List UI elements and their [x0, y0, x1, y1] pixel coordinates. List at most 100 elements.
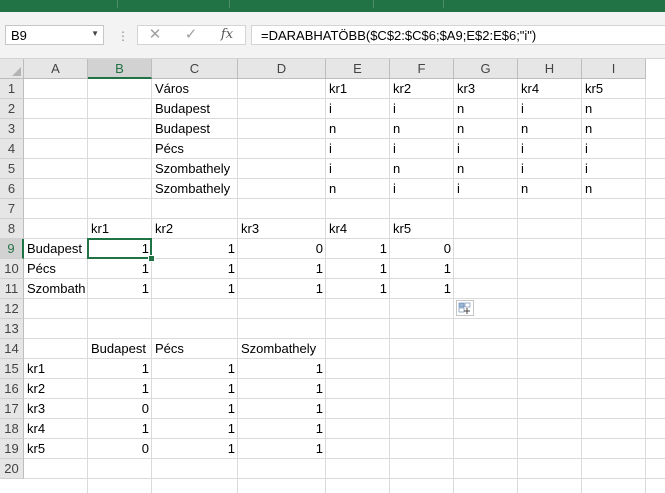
cell-f5[interactable]: n	[390, 159, 454, 179]
cell-c19[interactable]: 1	[152, 439, 238, 459]
cell-b17[interactable]: 0	[88, 399, 152, 419]
cell-g4[interactable]: i	[454, 139, 518, 159]
cell-f2[interactable]: i	[390, 99, 454, 119]
cell-i4[interactable]: i	[582, 139, 646, 159]
cell-h2[interactable]: i	[518, 99, 582, 119]
row-header-1[interactable]: 1	[0, 79, 24, 99]
cell-d8[interactable]: kr3	[238, 219, 326, 239]
spreadsheet-grid[interactable]: Város kr1 kr2 kr3 kr4 kr5 Budapest i i n i n Budapes…	[0, 59, 665, 493]
cell-c14[interactable]: Pécs	[152, 339, 238, 359]
cell-c8[interactable]: kr2	[152, 219, 238, 239]
cell-e1[interactable]: kr1	[326, 79, 390, 99]
fill-handle[interactable]	[148, 255, 155, 262]
row-header-20[interactable]: 20	[0, 459, 24, 479]
cell-c6[interactable]: Szombathely	[152, 179, 238, 199]
cell-i5[interactable]: i	[582, 159, 646, 179]
cell-f6[interactable]: i	[390, 179, 454, 199]
row-header-6[interactable]: 6	[0, 179, 24, 199]
cell-b16[interactable]: 1	[88, 379, 152, 399]
cell-i1[interactable]: kr5	[582, 79, 646, 99]
cell-e6[interactable]: n	[326, 179, 390, 199]
cell-c2[interactable]: Budapest	[152, 99, 238, 119]
column-header-a[interactable]: A	[24, 59, 88, 79]
cell-b8[interactable]: kr1	[88, 219, 152, 239]
cell-c16[interactable]: 1	[152, 379, 238, 399]
cell-d19[interactable]: 1	[238, 439, 326, 459]
cell-h3[interactable]: n	[518, 119, 582, 139]
cell-f9[interactable]: 0	[390, 239, 454, 259]
row-header-12[interactable]: 12	[0, 299, 24, 319]
row-header-9[interactable]: 9	[0, 239, 24, 259]
cell-a19[interactable]: kr5	[24, 439, 88, 459]
cell-h5[interactable]: i	[518, 159, 582, 179]
cell-b10[interactable]: 1	[88, 259, 152, 279]
row-header-7[interactable]: 7	[0, 199, 24, 219]
row-header-10[interactable]: 10	[0, 259, 24, 279]
cell-e4[interactable]: i	[326, 139, 390, 159]
cell-a18[interactable]: kr4	[24, 419, 88, 439]
cell-f1[interactable]: kr2	[390, 79, 454, 99]
cell-f11[interactable]: 1	[390, 279, 454, 299]
cell-a15[interactable]: kr1	[24, 359, 88, 379]
cell-f4[interactable]: i	[390, 139, 454, 159]
row-header-11[interactable]: 11	[0, 279, 24, 299]
cell-c1[interactable]: Város	[152, 79, 238, 99]
cell-g2[interactable]: n	[454, 99, 518, 119]
cell-e9[interactable]: 1	[326, 239, 390, 259]
column-header-c[interactable]: C	[152, 59, 238, 79]
cell-h6[interactable]: n	[518, 179, 582, 199]
cell-d16[interactable]: 1	[238, 379, 326, 399]
row-header-2[interactable]: 2	[0, 99, 24, 119]
cell-g3[interactable]: n	[454, 119, 518, 139]
cell-h4[interactable]: i	[518, 139, 582, 159]
cell-e3[interactable]: n	[326, 119, 390, 139]
column-header-e[interactable]: E	[326, 59, 390, 79]
column-header-h[interactable]: H	[518, 59, 582, 79]
cell-e8[interactable]: kr4	[326, 219, 390, 239]
cell-b11[interactable]: 1	[88, 279, 152, 299]
row-header-18[interactable]: 18	[0, 419, 24, 439]
row-header-16[interactable]: 16	[0, 379, 24, 399]
quick-analysis-icon[interactable]	[456, 300, 474, 316]
cell-d9[interactable]: 0	[238, 239, 326, 259]
cell-d14[interactable]: Szombathely	[238, 339, 326, 359]
cell-c18[interactable]: 1	[152, 419, 238, 439]
row-header-13[interactable]: 13	[0, 319, 24, 339]
row-header-5[interactable]: 5	[0, 159, 24, 179]
row-header-14[interactable]: 14	[0, 339, 24, 359]
cell-d10[interactable]: 1	[238, 259, 326, 279]
chevron-down-icon[interactable]: ▼	[91, 29, 99, 38]
cell-e10[interactable]: 1	[326, 259, 390, 279]
cell-f3[interactable]: n	[390, 119, 454, 139]
cell-f10[interactable]: 1	[390, 259, 454, 279]
row-header-19[interactable]: 19	[0, 439, 24, 459]
cell-b15[interactable]: 1	[88, 359, 152, 379]
formula-input[interactable]: =DARABHATÖBB($C$2:$C$6;$A9;E$2:E$6;"i")	[251, 25, 665, 45]
cell-c4[interactable]: Pécs	[152, 139, 238, 159]
cell-a17[interactable]: kr3	[24, 399, 88, 419]
column-header-i[interactable]: I	[582, 59, 646, 79]
cell-f8[interactable]: kr5	[390, 219, 454, 239]
cell-e2[interactable]: i	[326, 99, 390, 119]
cell-c9[interactable]: 1	[152, 239, 238, 259]
cell-i2[interactable]: n	[582, 99, 646, 119]
column-header-d[interactable]: D	[238, 59, 326, 79]
cell-c11[interactable]: 1	[152, 279, 238, 299]
name-box[interactable]: B9 ▼	[5, 25, 104, 45]
cell-c15[interactable]: 1	[152, 359, 238, 379]
cell-g6[interactable]: i	[454, 179, 518, 199]
cell-i3[interactable]: n	[582, 119, 646, 139]
cell-d15[interactable]: 1	[238, 359, 326, 379]
insert-function-icon[interactable]: fx	[213, 25, 241, 45]
cell-d18[interactable]: 1	[238, 419, 326, 439]
cell-g5[interactable]: n	[454, 159, 518, 179]
cell-area[interactable]: Város kr1 kr2 kr3 kr4 kr5 Budapest i i n i n Budapes…	[24, 79, 665, 493]
enter-icon[interactable]: ✓	[177, 25, 205, 45]
cell-a10[interactable]: Pécs	[24, 259, 88, 279]
cell-b19[interactable]: 0	[88, 439, 152, 459]
row-header-4[interactable]: 4	[0, 139, 24, 159]
cell-c17[interactable]: 1	[152, 399, 238, 419]
cell-c5[interactable]: Szombathely	[152, 159, 238, 179]
cell-g1[interactable]: kr3	[454, 79, 518, 99]
cell-d11[interactable]: 1	[238, 279, 326, 299]
